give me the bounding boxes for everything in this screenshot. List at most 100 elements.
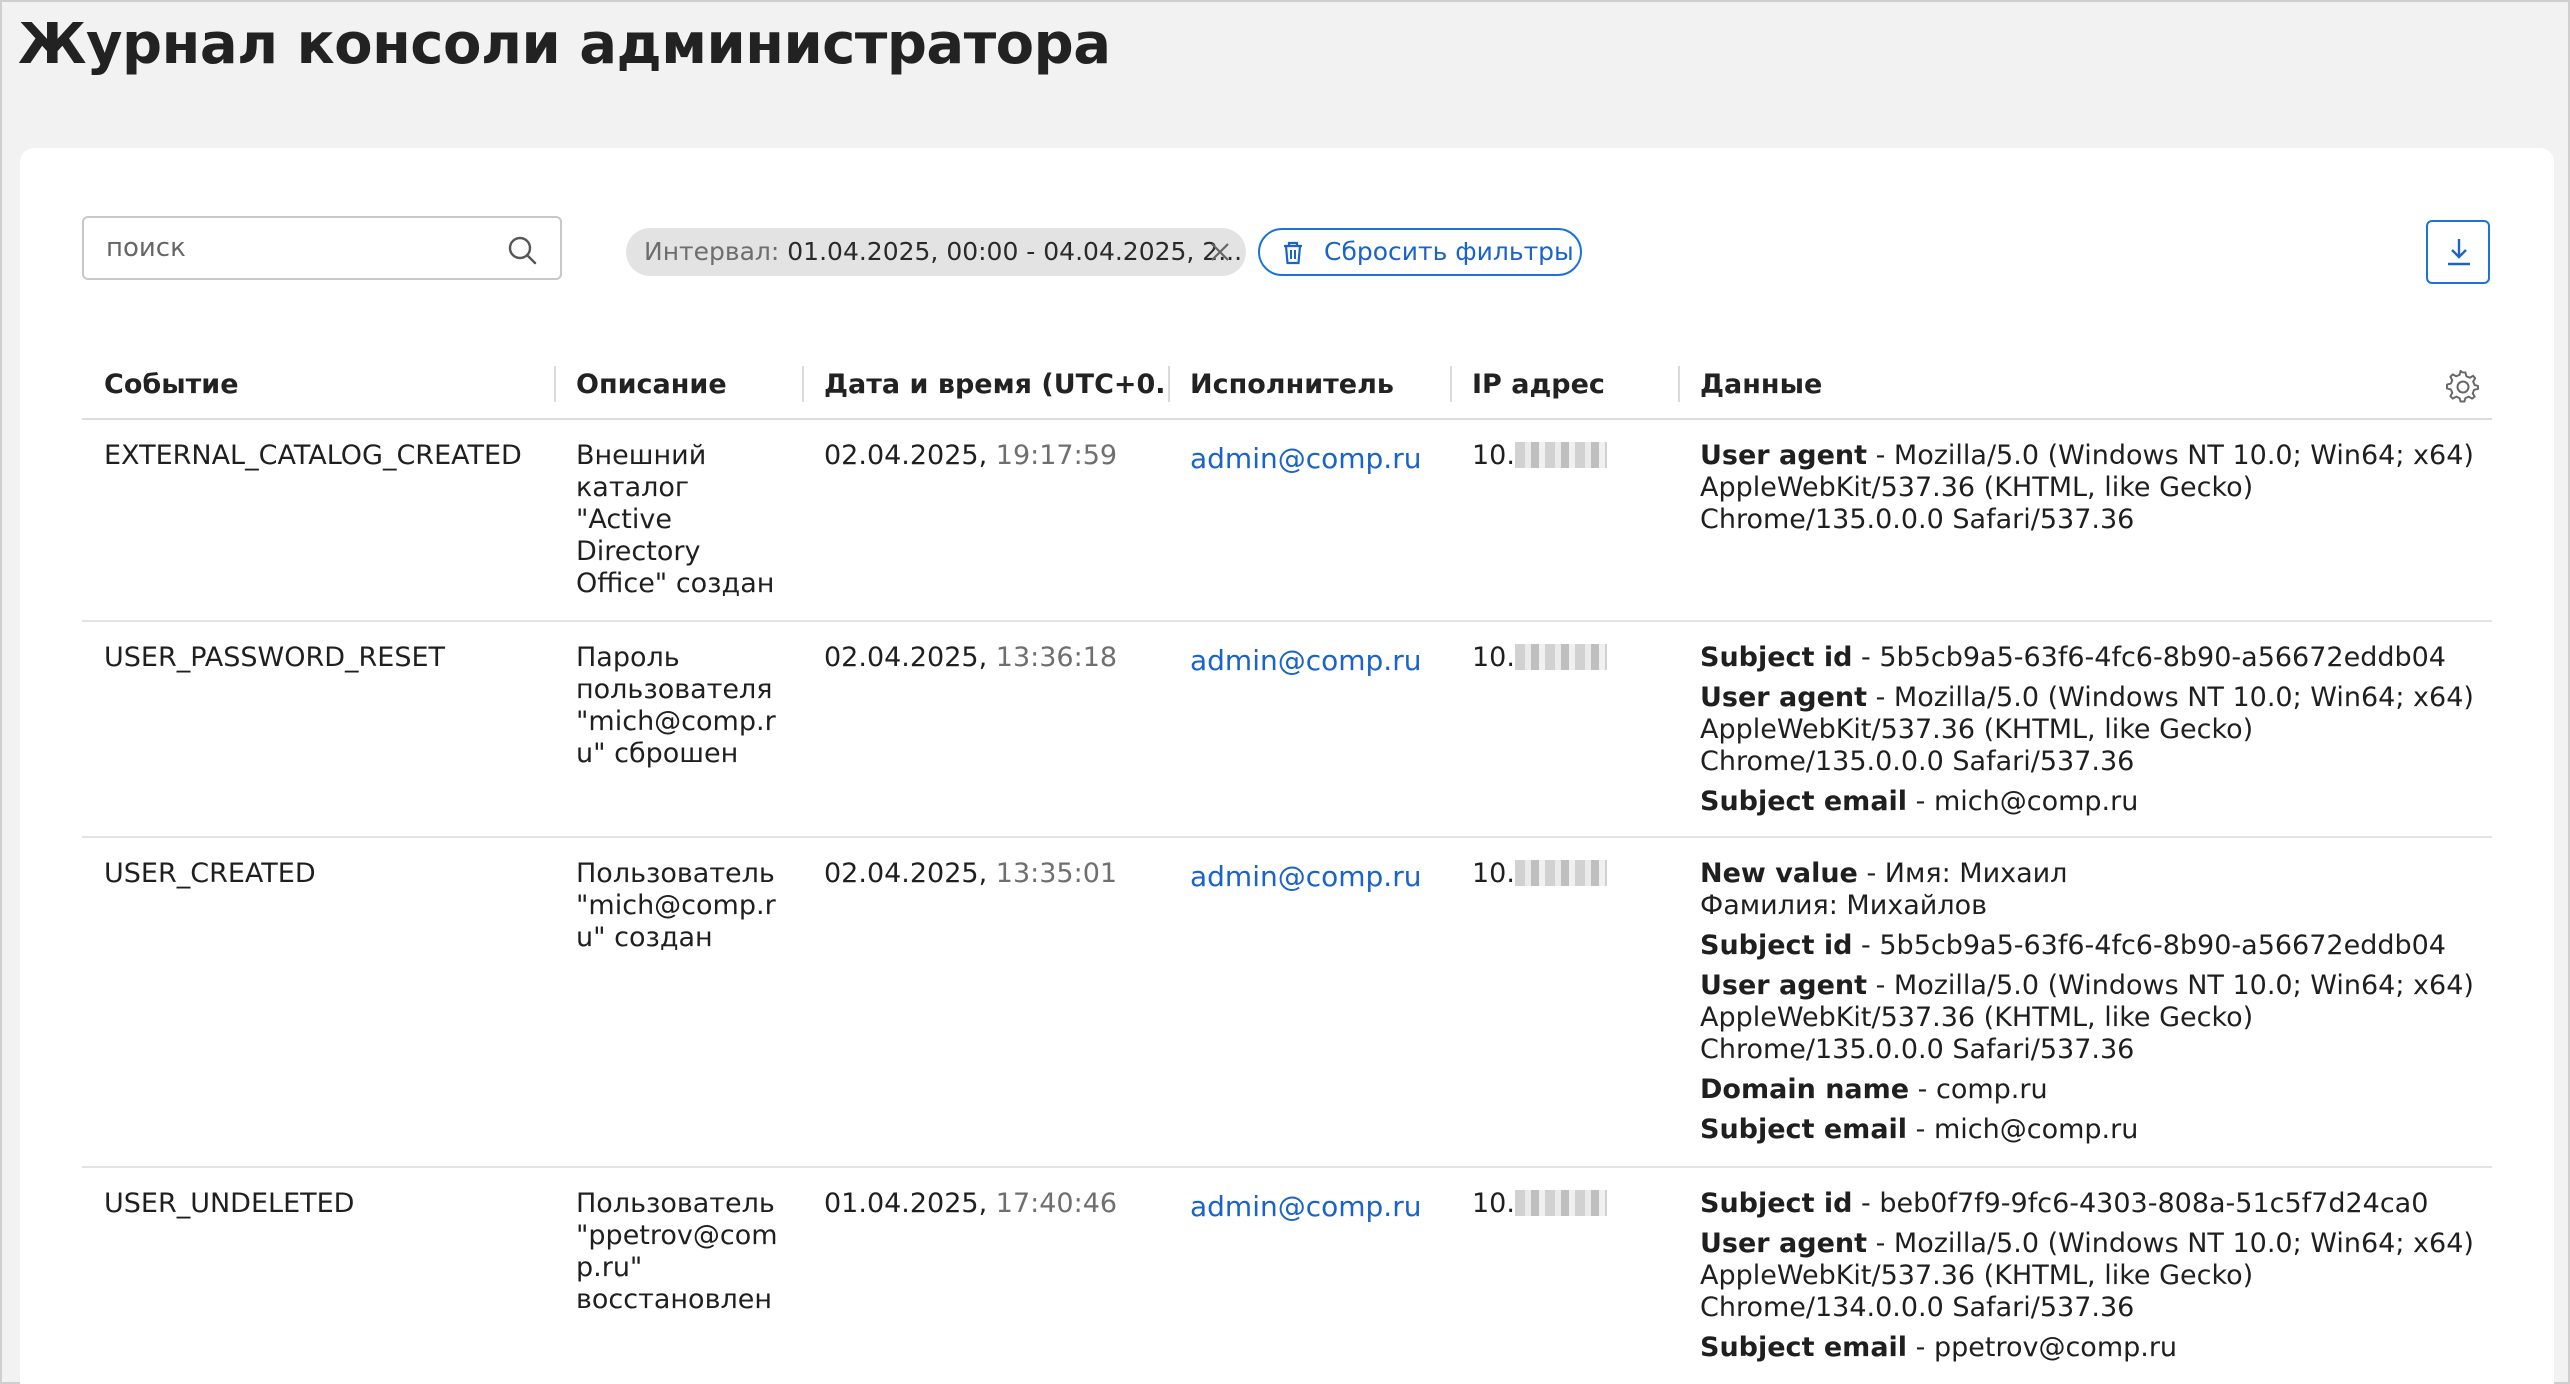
data-value: - beb0f7f9-9fc6-4303-808a-51c5f7d24ca0 <box>1852 1188 2429 1219</box>
actor-link[interactable]: admin@comp.ru <box>1190 861 1450 893</box>
column-header-description-label: Описание <box>576 369 727 400</box>
ip-cell: 10. <box>1472 440 1632 472</box>
search-input[interactable] <box>106 232 486 264</box>
column-header-data[interactable]: Данные <box>1700 352 2000 418</box>
datetime-cell: 02.04.2025, 13:35:01 <box>824 858 1164 890</box>
description-cell: Пароль пользователя "mich@comp.ru" сброш… <box>576 642 776 769</box>
table-row[interactable]: USER_CREATED Пользователь "mich@comp.ru"… <box>82 840 2492 1168</box>
column-header-description[interactable]: Описание <box>576 352 804 418</box>
data-entry: Domain name - comp.ru <box>1700 1074 2490 1106</box>
data-entry: User agent - Mozilla/5.0 (Windows NT 10.… <box>1700 440 2490 536</box>
data-key: New value <box>1700 858 1858 889</box>
time-text: 13:36:18 <box>995 642 1118 673</box>
column-header-ip[interactable]: IP адрес <box>1472 352 1680 418</box>
data-entry: Subject email - ppetrov@comp.ru <box>1700 1332 2490 1364</box>
search-icon[interactable] <box>506 234 538 266</box>
data-cell: User agent - Mozilla/5.0 (Windows NT 10.… <box>1700 440 2490 544</box>
reset-filters-button[interactable]: Сбросить фильтры <box>1258 228 1582 276</box>
table-row[interactable]: USER_UNDELETED Пользователь "ppetrov@com… <box>82 1170 2492 1384</box>
column-separator[interactable] <box>1450 366 1452 402</box>
column-header-ip-label: IP адрес <box>1472 369 1605 400</box>
ip-cell: 10. <box>1472 1188 1632 1220</box>
date-text: 02.04.2025, <box>824 858 988 889</box>
data-key: User agent <box>1700 1228 1868 1259</box>
column-header-event-label: Событие <box>104 369 239 400</box>
data-key: User agent <box>1700 970 1868 1001</box>
time-text: 17:40:46 <box>995 1188 1118 1219</box>
actor-link[interactable]: admin@comp.ru <box>1190 645 1450 677</box>
data-entry: Subject id - beb0f7f9-9fc6-4303-808a-51c… <box>1700 1188 2490 1220</box>
data-key: Subject id <box>1700 1188 1853 1219</box>
data-entry: Subject id - 5b5cb9a5-63f6-4fc6-8b90-a56… <box>1700 930 2490 962</box>
time-text: 13:35:01 <box>995 858 1118 889</box>
ip-text: 10. <box>1472 440 1515 471</box>
description-cell: Внешний каталог "Active Directory Office… <box>576 440 775 599</box>
search-field[interactable] <box>82 216 562 280</box>
reset-filters-label: Сбросить фильтры <box>1324 237 1574 266</box>
date-text: 02.04.2025, <box>824 642 988 673</box>
datetime-cell: 02.04.2025, 19:17:59 <box>824 440 1164 472</box>
date-text: 01.04.2025, <box>824 1188 988 1219</box>
column-header-datetime[interactable]: Дата и время (UTC+0... <box>824 352 1170 418</box>
datetime-cell: 01.04.2025, 17:40:46 <box>824 1188 1164 1220</box>
ip-cell: 10. <box>1472 642 1632 674</box>
ip-cell: 10. <box>1472 858 1632 890</box>
gear-icon[interactable] <box>2446 370 2480 404</box>
download-icon <box>2448 239 2470 266</box>
datetime-cell: 02.04.2025, 13:36:18 <box>824 642 1164 674</box>
page-title: Журнал консоли администратора <box>18 12 1111 77</box>
data-value: - mich@comp.ru <box>1907 786 2139 817</box>
download-button[interactable] <box>2426 220 2490 284</box>
audit-log-card: Интервал: 01.04.2025, 00:00 - 04.04.2025… <box>20 148 2554 1384</box>
redacted-ip-blur <box>1514 1190 1607 1216</box>
data-value: - comp.ru <box>1909 1074 2048 1105</box>
table-header: Событие Описание Дата и время (UTC+0... … <box>82 352 2492 420</box>
data-value: - mich@comp.ru <box>1907 1114 2139 1145</box>
column-separator[interactable] <box>802 366 804 402</box>
data-entry: Subject id - 5b5cb9a5-63f6-4fc6-8b90-a56… <box>1700 642 2490 674</box>
ip-text: 10. <box>1472 642 1515 673</box>
data-entry: User agent - Mozilla/5.0 (Windows NT 10.… <box>1700 1228 2490 1324</box>
event-cell: EXTERNAL_CATALOG_CREATED <box>104 440 522 471</box>
description-cell: Пользователь "mich@comp.ru" создан <box>576 858 776 953</box>
data-value: - 5b5cb9a5-63f6-4fc6-8b90-a56672eddb04 <box>1852 930 2446 961</box>
event-cell: USER_PASSWORD_RESET <box>104 642 446 673</box>
column-header-actor[interactable]: Исполнитель <box>1190 352 1452 418</box>
event-cell: USER_CREATED <box>104 858 316 889</box>
data-entry: User agent - Mozilla/5.0 (Windows NT 10.… <box>1700 682 2490 778</box>
description-cell: Пользователь "ppetrov@comp.ru" восстанов… <box>576 1188 778 1315</box>
data-key: Subject email <box>1700 786 1908 817</box>
data-cell: Subject id - beb0f7f9-9fc6-4303-808a-51c… <box>1700 1188 2490 1372</box>
data-entry: Subject email - mich@comp.ru <box>1700 786 2490 818</box>
data-value: - ppetrov@comp.ru <box>1907 1332 2178 1363</box>
event-cell: USER_UNDELETED <box>104 1188 355 1219</box>
data-key: User agent <box>1700 440 1868 471</box>
data-entry: Subject email - mich@comp.ru <box>1700 1114 2490 1146</box>
column-header-actor-label: Исполнитель <box>1190 369 1394 400</box>
table-row[interactable]: EXTERNAL_CATALOG_CREATED Внешний каталог… <box>82 422 2492 622</box>
time-text: 19:17:59 <box>995 440 1118 471</box>
data-key: User agent <box>1700 682 1868 713</box>
actor-link[interactable]: admin@comp.ru <box>1190 1191 1450 1223</box>
ip-text: 10. <box>1472 858 1515 889</box>
data-entry: User agent - Mozilla/5.0 (Windows NT 10.… <box>1700 970 2490 1066</box>
data-key: Subject email <box>1700 1114 1908 1145</box>
table-row[interactable]: USER_PASSWORD_RESET Пароль пользователя … <box>82 624 2492 838</box>
data-key: Domain name <box>1700 1074 1910 1105</box>
column-separator[interactable] <box>1168 366 1170 402</box>
filter-chip-key: Интервал: <box>644 237 780 266</box>
data-cell: New value - Имя: Михаил Фамилия: Михайло… <box>1700 858 2490 1154</box>
data-cell: Subject id - 5b5cb9a5-63f6-4fc6-8b90-a56… <box>1700 642 2490 826</box>
data-key: Subject id <box>1700 642 1853 673</box>
close-icon[interactable] <box>1208 240 1232 264</box>
column-separator[interactable] <box>1678 366 1680 402</box>
data-value: - 5b5cb9a5-63f6-4fc6-8b90-a56672eddb04 <box>1852 642 2446 673</box>
redacted-ip-blur <box>1514 644 1607 670</box>
column-header-event[interactable]: Событие <box>104 352 556 418</box>
data-key: Subject email <box>1700 1332 1908 1363</box>
column-separator[interactable] <box>554 366 556 402</box>
redacted-ip-blur <box>1514 860 1607 886</box>
column-header-data-label: Данные <box>1700 369 1823 400</box>
interval-filter-chip[interactable]: Интервал: 01.04.2025, 00:00 - 04.04.2025… <box>626 228 1246 276</box>
actor-link[interactable]: admin@comp.ru <box>1190 443 1450 475</box>
